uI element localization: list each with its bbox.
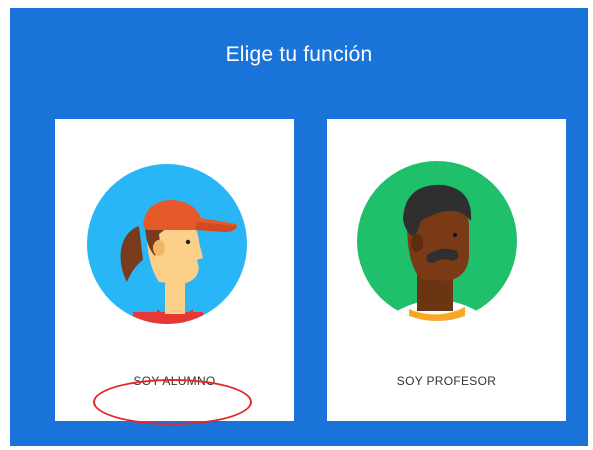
student-role-card[interactable]: SOY ALUMNO [55,119,294,421]
student-avatar-icon [87,164,247,324]
teacher-role-label: SOY PROFESOR [396,374,497,388]
teacher-avatar-icon [357,161,517,321]
student-role-label: SOY ALUMNO [133,374,216,388]
role-selection-panel: Elige tu función SOY ALUMNO SOY PROFESOR [10,8,588,446]
teacher-role-card[interactable]: SOY PROFESOR [327,119,566,421]
page-title: Elige tu función [225,43,373,66]
